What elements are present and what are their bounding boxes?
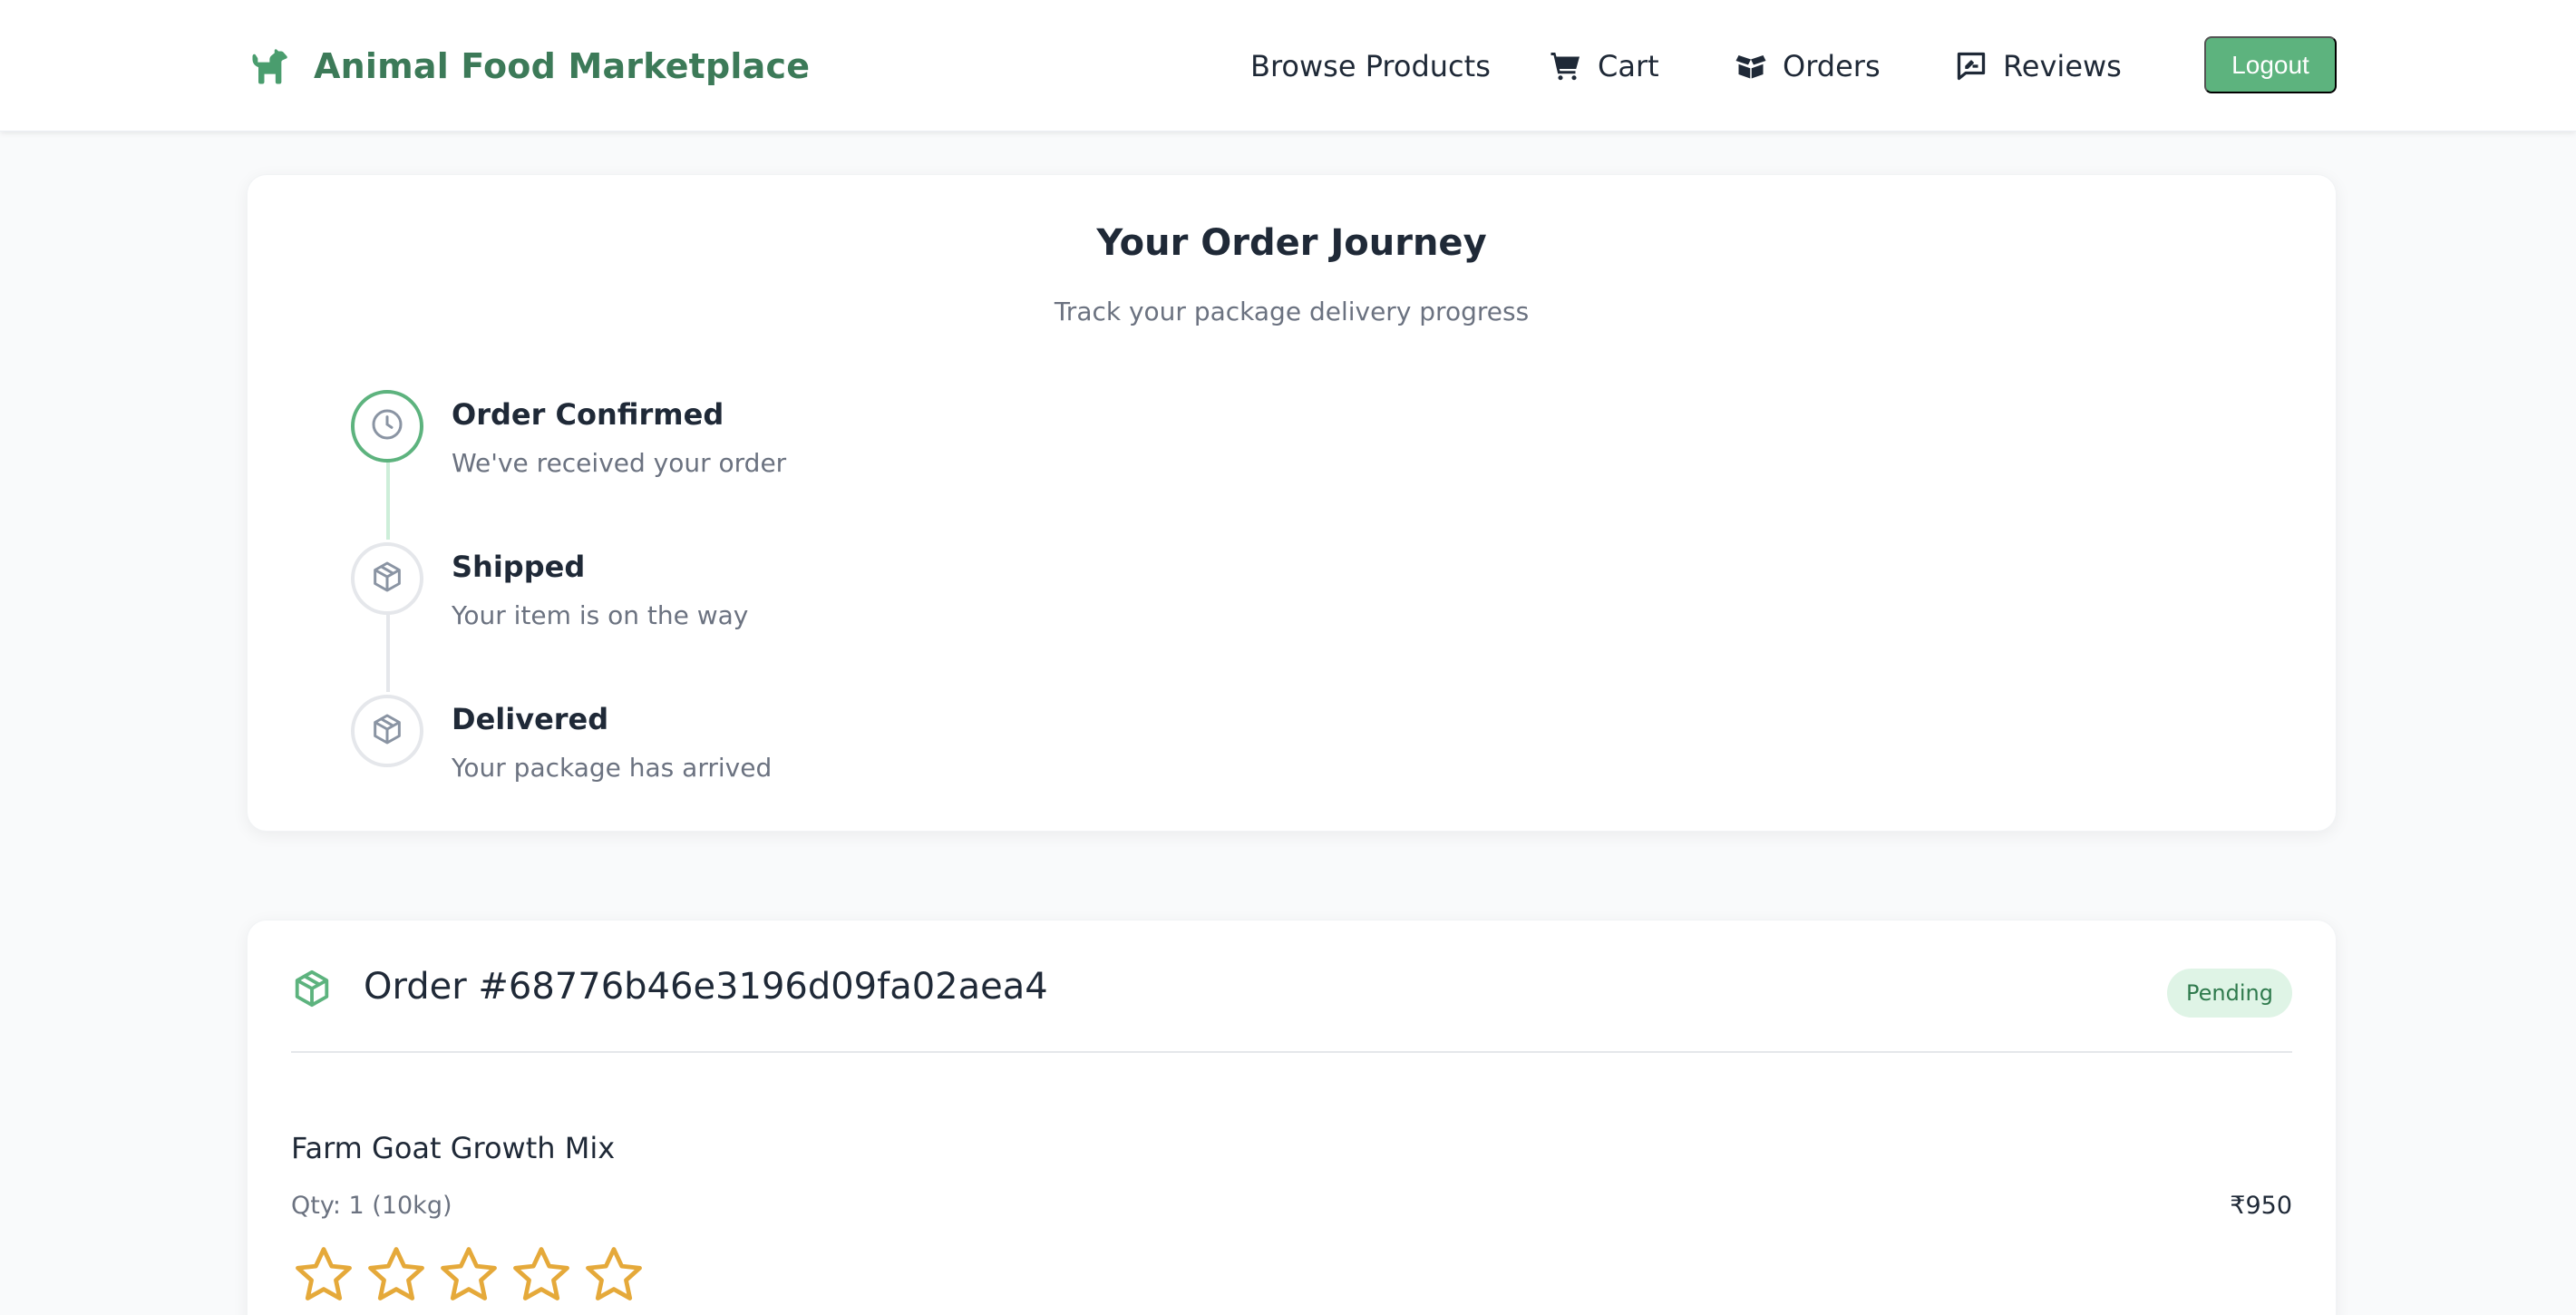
rating-stars[interactable]	[291, 1242, 646, 1308]
step-shipped-marker	[351, 542, 423, 615]
star-icon[interactable]	[436, 1242, 501, 1308]
nav-cart-label: Cart	[1598, 49, 1659, 83]
status-badge: Pending	[2167, 969, 2292, 1018]
top-navbar: Animal Food Marketplace Browse Products …	[0, 0, 2576, 132]
package-icon	[369, 559, 405, 599]
star-icon[interactable]	[364, 1242, 429, 1308]
nav-reviews-label: Reviews	[2003, 49, 2122, 83]
order-id: Order #68776b46e3196d09fa02aea4	[364, 966, 1048, 1008]
box-open-icon	[1734, 49, 1768, 83]
dog-icon	[247, 43, 294, 90]
step-title: Order Confirmed	[452, 397, 724, 432]
journey-title: Your Order Journey	[1096, 222, 1487, 264]
product-name: Farm Goat Growth Mix	[291, 1131, 616, 1165]
logout-button[interactable]: Logout	[2204, 36, 2337, 93]
step-description: We've received your order	[452, 448, 787, 478]
divider	[291, 1051, 2292, 1053]
step-connector	[386, 458, 390, 540]
step-description: Your item is on the way	[452, 600, 749, 630]
nav-reviews[interactable]: Reviews	[1954, 43, 2122, 90]
product-price: ₹950	[2230, 1192, 2292, 1220]
package-icon	[291, 968, 333, 1009]
nav-orders[interactable]: Orders	[1734, 43, 1881, 90]
step-connector	[386, 610, 390, 692]
nav-cart[interactable]: Cart	[1549, 43, 1659, 90]
product-quantity: Qty: 1 (10kg)	[291, 1192, 452, 1220]
brand-link[interactable]: Animal Food Marketplace	[247, 38, 810, 94]
star-icon[interactable]	[509, 1242, 574, 1308]
order-card: Order #68776b46e3196d09fa02aea4 Pending …	[247, 920, 2337, 1315]
clock-icon	[369, 406, 405, 446]
step-title: Shipped	[452, 550, 586, 584]
step-delivered-marker	[351, 695, 423, 767]
nav-browse-label: Browse Products	[1250, 49, 1491, 83]
journey-subtitle: Track your package delivery progress	[1054, 297, 1530, 326]
order-journey-card: Your Order Journey Track your package de…	[247, 174, 2337, 832]
package-icon	[369, 711, 405, 751]
step-description: Your package has arrived	[452, 753, 773, 783]
nav-orders-label: Orders	[1783, 49, 1881, 83]
star-icon[interactable]	[291, 1242, 356, 1308]
cart-icon	[1549, 49, 1583, 83]
step-order-confirmed-marker	[351, 390, 423, 463]
step-title: Delivered	[452, 702, 609, 736]
brand-title: Animal Food Marketplace	[314, 46, 811, 86]
review-icon	[1954, 49, 1988, 83]
star-icon[interactable]	[581, 1242, 646, 1308]
nav-browse-products[interactable]: Browse Products	[1250, 43, 1491, 90]
